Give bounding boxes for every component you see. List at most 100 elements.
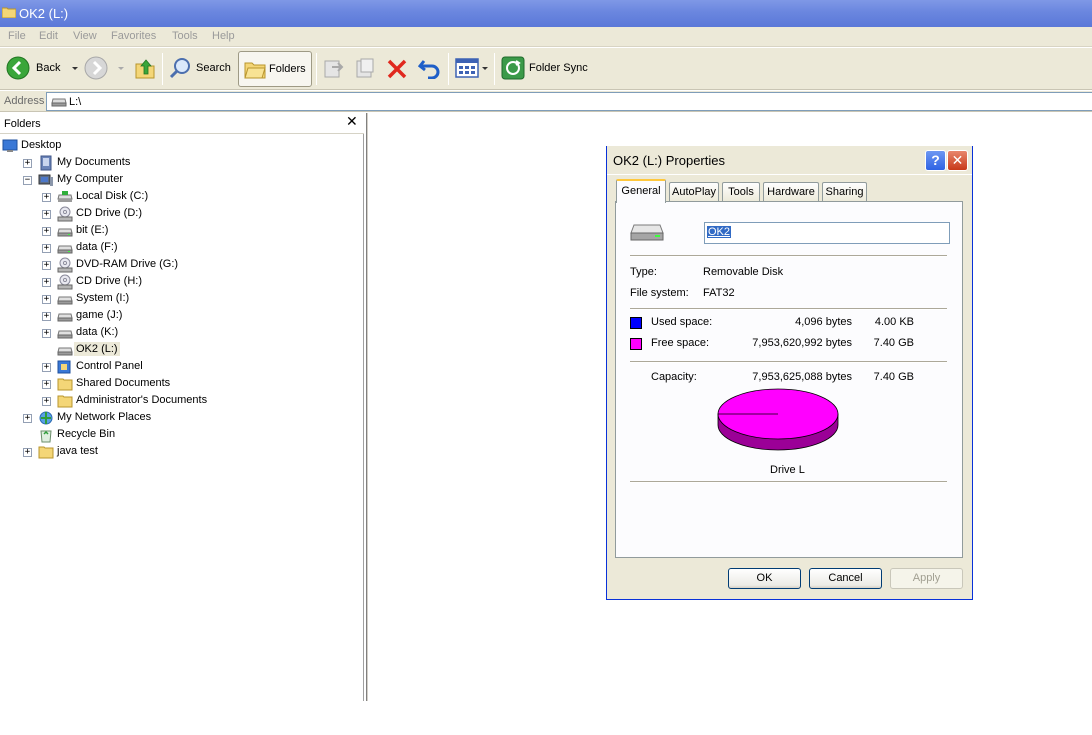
expand-icon[interactable]: + bbox=[23, 448, 32, 457]
dialog-title-bar[interactable]: OK2 (L:) Properties ? ✕ bbox=[607, 146, 972, 175]
tree-item[interactable]: + Administrator's Documents bbox=[0, 393, 360, 410]
expand-icon[interactable]: + bbox=[42, 295, 51, 304]
apply-button[interactable]: Apply bbox=[890, 568, 963, 589]
expand-icon[interactable]: + bbox=[42, 261, 51, 270]
menu-file[interactable]: File bbox=[8, 30, 26, 42]
folders-pane-header: Folders ✕ bbox=[0, 113, 364, 134]
expand-icon[interactable]: + bbox=[23, 414, 32, 423]
tree-item[interactable]: Recycle Bin bbox=[0, 427, 360, 444]
tree-item[interactable]: + My Network Places bbox=[0, 410, 360, 427]
expand-icon[interactable]: + bbox=[42, 227, 51, 236]
menu-tools[interactable]: Tools bbox=[172, 30, 198, 42]
menu-view[interactable]: View bbox=[73, 30, 97, 42]
tree-item[interactable]: + java test bbox=[0, 444, 360, 461]
folder-sync-button[interactable]: Folder Sync bbox=[501, 56, 588, 80]
free-space-bytes: 7,953,620,992 bytes bbox=[752, 337, 852, 349]
tab-autoplay[interactable]: AutoPlay bbox=[669, 182, 719, 202]
menu-favorites[interactable]: Favorites bbox=[111, 30, 156, 42]
my-documents-icon bbox=[40, 155, 52, 171]
search-button[interactable]: Search bbox=[168, 56, 231, 80]
window-title-bar[interactable]: OK2 (L:) bbox=[0, 0, 1092, 27]
tree-item[interactable]: + CD Drive (H:) bbox=[0, 274, 360, 291]
copy-to-button[interactable] bbox=[354, 57, 376, 79]
expand-icon[interactable]: + bbox=[42, 210, 51, 219]
tree-item-label: Local Disk (C:) bbox=[76, 190, 149, 202]
address-value: L:\ bbox=[69, 96, 82, 108]
used-space-label: Used space: bbox=[651, 316, 713, 328]
help-button[interactable]: ? bbox=[925, 150, 946, 171]
tree-item-label: bit (E:) bbox=[76, 224, 109, 236]
tree-item[interactable]: + Control Panel bbox=[0, 359, 360, 376]
back-dropdown-icon[interactable] bbox=[72, 66, 79, 70]
expand-icon[interactable]: + bbox=[23, 159, 32, 168]
tree-item-label: Desktop bbox=[21, 139, 62, 151]
undo-button[interactable] bbox=[418, 57, 442, 79]
forward-button[interactable] bbox=[84, 56, 124, 80]
tree-item-label: DVD-RAM Drive (G:) bbox=[76, 258, 179, 270]
expand-icon[interactable]: + bbox=[42, 329, 51, 338]
removable-drive-icon bbox=[57, 313, 73, 322]
address-bar: Address L:\ bbox=[0, 91, 1092, 112]
tab-sharing[interactable]: Sharing bbox=[822, 182, 867, 202]
tab-tools[interactable]: Tools bbox=[722, 182, 760, 202]
tree-item-label: Control Panel bbox=[76, 360, 143, 372]
tree-item-label: Shared Documents bbox=[76, 377, 171, 389]
drive-label: Drive L bbox=[770, 464, 805, 476]
drive-name-input[interactable]: OK2 bbox=[704, 222, 950, 244]
views-dropdown-icon[interactable] bbox=[482, 66, 488, 70]
expand-icon[interactable]: + bbox=[42, 397, 51, 406]
menu-edit[interactable]: Edit bbox=[39, 30, 58, 42]
dialog-close-button[interactable]: ✕ bbox=[947, 150, 968, 171]
removable-drive-icon bbox=[630, 224, 664, 241]
close-icon[interactable]: ✕ bbox=[346, 113, 358, 130]
tree-item[interactable]: + data (K:) bbox=[0, 325, 360, 342]
tree-item[interactable]: Desktop bbox=[0, 138, 360, 155]
address-input[interactable]: L:\ bbox=[46, 92, 1092, 111]
menu-help[interactable]: Help bbox=[212, 30, 235, 42]
expand-icon[interactable]: + bbox=[42, 380, 51, 389]
folder-sync-icon bbox=[501, 56, 525, 80]
folder-sync-label: Folder Sync bbox=[529, 62, 588, 74]
expand-icon[interactable]: + bbox=[42, 244, 51, 253]
tree-item[interactable]: + System (I:) bbox=[0, 291, 360, 308]
tab-general[interactable]: General bbox=[616, 179, 666, 203]
folders-button[interactable]: Folders bbox=[238, 51, 312, 87]
address-label: Address bbox=[4, 95, 45, 107]
tree-item[interactable]: + Local Disk (C:) bbox=[0, 189, 360, 206]
capacity-size: 7.40 GB bbox=[873, 371, 914, 383]
up-folder-button[interactable] bbox=[134, 56, 156, 80]
tree-item[interactable]: + bit (E:) bbox=[0, 223, 360, 240]
tree-item[interactable]: + DVD-RAM Drive (G:) bbox=[0, 257, 360, 274]
tree-item[interactable]: + game (J:) bbox=[0, 308, 360, 325]
delete-button[interactable] bbox=[386, 58, 408, 80]
expand-icon[interactable]: + bbox=[42, 312, 51, 321]
tree-item[interactable]: + My Documents bbox=[0, 155, 360, 172]
tree-item[interactable]: + Shared Documents bbox=[0, 376, 360, 393]
folder-icon bbox=[57, 378, 73, 391]
tree-item[interactable]: OK2 (L:) bbox=[0, 342, 360, 359]
tree-item[interactable]: + CD Drive (D:) bbox=[0, 206, 360, 223]
network-places-icon bbox=[39, 411, 53, 425]
ok-button[interactable]: OK bbox=[728, 568, 801, 589]
forward-dropdown-icon[interactable] bbox=[118, 66, 124, 70]
back-button[interactable]: Back bbox=[6, 56, 79, 80]
search-icon bbox=[169, 58, 190, 79]
removable-drive-icon bbox=[51, 98, 67, 107]
control-panel-icon bbox=[57, 360, 71, 374]
collapse-icon[interactable]: − bbox=[23, 176, 32, 185]
expand-icon[interactable]: + bbox=[42, 193, 51, 202]
move-to-icon bbox=[324, 60, 344, 78]
cancel-button[interactable]: Cancel bbox=[809, 568, 882, 589]
local-disk-icon bbox=[57, 191, 73, 202]
expand-icon[interactable]: + bbox=[42, 278, 51, 287]
expand-icon[interactable]: + bbox=[42, 363, 51, 372]
folders-icon bbox=[244, 62, 266, 79]
copy-to-icon bbox=[356, 58, 374, 78]
tree-item[interactable]: − My Computer bbox=[0, 172, 360, 189]
move-to-button[interactable] bbox=[322, 57, 344, 79]
views-button[interactable] bbox=[455, 58, 488, 78]
tree-item[interactable]: + data (F:) bbox=[0, 240, 360, 257]
used-space-bytes: 4,096 bytes bbox=[795, 316, 852, 328]
tab-hardware[interactable]: Hardware bbox=[763, 182, 819, 202]
recycle-bin-icon bbox=[40, 430, 52, 443]
